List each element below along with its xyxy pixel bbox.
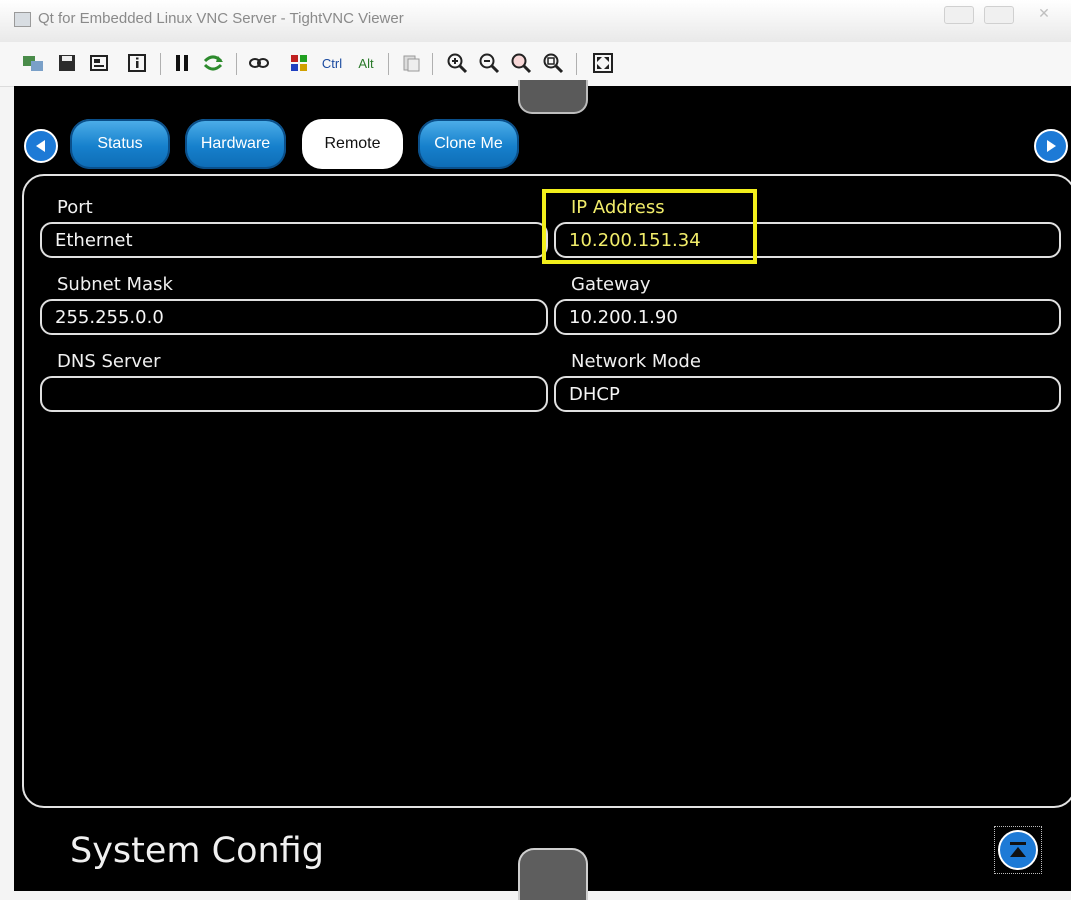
- network-mode-label: Network Mode: [571, 351, 701, 372]
- toolbar-separator: [160, 53, 161, 75]
- next-tab-button[interactable]: [1034, 129, 1068, 163]
- chevron-left-icon: [36, 140, 45, 152]
- ctrl-key-toggle[interactable]: Ctrl: [316, 50, 348, 76]
- remote-settings-panel: [22, 174, 1071, 808]
- arrow-up-to-top-icon: [1010, 842, 1026, 857]
- zoom-out-icon[interactable]: [476, 50, 502, 76]
- gateway-label: Gateway: [571, 274, 651, 295]
- save-icon[interactable]: [54, 50, 80, 76]
- port-field[interactable]: Ethernet: [40, 222, 548, 258]
- vnc-remote-screen[interactable]: Status Hardware Remote Clone Me Port Eth…: [14, 80, 1071, 900]
- scroll-top-button[interactable]: [994, 826, 1042, 874]
- tab-hardware[interactable]: Hardware: [185, 119, 286, 169]
- subnet-mask-label: Subnet Mask: [57, 274, 173, 295]
- subnet-mask-field[interactable]: 255.255.0.0: [40, 299, 548, 335]
- ip-address-highlight: [542, 189, 757, 264]
- dns-server-label: DNS Server: [57, 351, 161, 372]
- window-title-bar: Qt for Embedded Linux VNC Server - Tight…: [0, 0, 1071, 42]
- alt-key-toggle[interactable]: Alt: [352, 50, 380, 76]
- ctrl-alt-del-icon[interactable]: [246, 50, 272, 76]
- info-icon[interactable]: [124, 50, 150, 76]
- clipboard-icon[interactable]: [398, 50, 424, 76]
- refresh-icon[interactable]: [200, 50, 226, 76]
- chevron-right-icon: [1047, 140, 1056, 152]
- pause-icon[interactable]: [170, 50, 194, 76]
- toolbar-separator: [388, 53, 389, 75]
- options-icon[interactable]: [86, 50, 112, 76]
- prev-tab-button[interactable]: [24, 129, 58, 163]
- maximize-button[interactable]: [984, 6, 1014, 24]
- toolbar-separator: [576, 53, 577, 75]
- close-button[interactable]: ✕: [1024, 6, 1064, 22]
- screen-title: System Config: [70, 831, 324, 871]
- new-connection-icon[interactable]: [20, 50, 46, 76]
- tab-status[interactable]: Status: [70, 119, 170, 169]
- tab-remote[interactable]: Remote: [302, 119, 403, 169]
- window-title: Qt for Embedded Linux VNC Server - Tight…: [38, 10, 404, 27]
- gateway-field[interactable]: 10.200.1.90: [554, 299, 1061, 335]
- zoom-fit-icon[interactable]: [540, 50, 566, 76]
- dns-server-field[interactable]: [40, 376, 548, 412]
- toolbar-separator: [236, 53, 237, 75]
- scroll-top-circle: [998, 830, 1038, 870]
- port-label: Port: [57, 197, 93, 218]
- minimize-button[interactable]: [944, 6, 974, 24]
- ctrl-esc-icon[interactable]: [286, 50, 312, 76]
- toolbar-separator: [432, 53, 433, 75]
- zoom-100-icon[interactable]: [508, 50, 534, 76]
- zoom-in-icon[interactable]: [444, 50, 470, 76]
- app-icon: [14, 12, 31, 27]
- bottom-drawer-handle[interactable]: [518, 848, 588, 900]
- top-drawer-handle[interactable]: [518, 80, 588, 114]
- network-mode-field[interactable]: DHCP: [554, 376, 1061, 412]
- fullscreen-icon[interactable]: [590, 50, 616, 76]
- tab-clone-me[interactable]: Clone Me: [418, 119, 519, 169]
